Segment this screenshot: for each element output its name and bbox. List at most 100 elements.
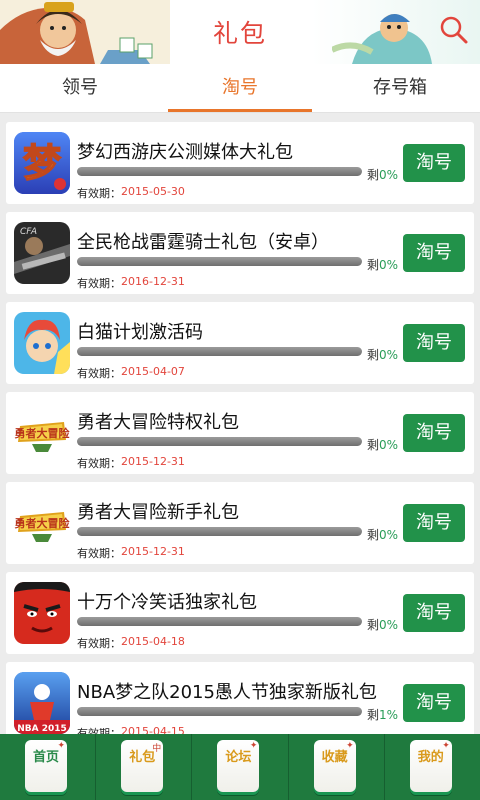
gift-title: 勇者大冒险特权礼包 — [77, 412, 239, 433]
expire-label: 有效期： — [77, 547, 121, 560]
yongzhe-damaoxian-icon: 勇者大冒险 — [14, 492, 70, 554]
remain-percent: 剩0% — [367, 346, 398, 363]
gift-title: 白猫计划激活码 — [77, 322, 203, 343]
remain-label: 剩 — [367, 618, 380, 632]
quanmin-qiangzhan-icon: CFA — [14, 222, 70, 284]
remaining-progress-bar — [77, 257, 362, 266]
home-tile-icon: ✦ 首页 — [25, 740, 67, 792]
remain-label: 剩 — [367, 708, 380, 722]
remain-percent: 剩0% — [367, 436, 398, 453]
remaining-progress-bar — [77, 527, 362, 536]
tab-bar: 领号 淘号 存号箱 — [0, 64, 480, 113]
gift-list-item[interactable]: NBA 2015 NBA梦之队2015愚人节独家新版礼包 有效期： 2015-0… — [6, 662, 474, 734]
nba-mengzhidui-icon: NBA 2015 — [14, 672, 70, 734]
mine-tile-icon: ✦ 我的 — [409, 740, 452, 792]
nav-mine[interactable]: ✦ 我的 — [385, 734, 480, 800]
gift-list-item[interactable]: 勇者大冒险 勇者大冒险特权礼包 有效期： 2015-12-31 剩0% 淘号 — [6, 392, 474, 474]
remain-value: 0% — [379, 258, 399, 272]
tab-cunhaoxiang[interactable]: 存号箱 — [320, 64, 480, 112]
expire-label: 有效期： — [77, 727, 121, 734]
svg-text:NBA 2015: NBA 2015 — [17, 724, 67, 734]
remain-label: 剩 — [367, 168, 380, 182]
remaining-progress-bar — [77, 167, 362, 176]
expire-date: 2015-04-18 — [121, 635, 185, 648]
expire-label: 有效期： — [77, 637, 121, 650]
expire-label: 有效期： — [77, 277, 121, 290]
remain-label: 剩 — [367, 438, 380, 452]
svg-text:CFA: CFA — [20, 227, 37, 237]
remain-value: 0% — [379, 528, 399, 542]
taohao-button[interactable]: 淘号 — [403, 234, 465, 272]
shiwange-lengxiaohua-icon — [14, 582, 70, 644]
nav-favorites[interactable]: ✦ 收藏 — [289, 734, 385, 800]
app-header: 礼包 — [0, 0, 480, 64]
remain-percent: 剩0% — [367, 616, 398, 633]
yongzhe-damaoxian-icon: 勇者大冒险 — [14, 402, 70, 464]
nav-forum[interactable]: ✦ 论坛 — [192, 734, 289, 800]
gift-list: 梦 梦幻西游庆公测媒体大礼包 有效期： 2015-05-30 剩0% 淘号 CF… — [0, 112, 480, 734]
svg-text:勇者大冒险: 勇者大冒险 — [15, 516, 71, 530]
gift-list-item[interactable]: 勇者大冒险 勇者大冒险新手礼包 有效期： 2015-12-31 剩0% 淘号 — [6, 482, 474, 564]
nav-label: 礼包 — [129, 750, 156, 765]
remain-value: 0% — [379, 438, 399, 452]
taohao-button[interactable]: 淘号 — [403, 144, 465, 182]
remain-label: 剩 — [367, 348, 380, 362]
taohao-button[interactable]: 淘号 — [403, 414, 465, 452]
nav-label: 论坛 — [225, 750, 252, 765]
taohao-button[interactable]: 淘号 — [403, 324, 465, 362]
gift-title: NBA梦之队2015愚人节独家新版礼包 — [77, 682, 377, 703]
gift-tile-icon: 中 礼包 — [121, 740, 164, 792]
menghuan-xiyou-icon: 梦 — [14, 132, 70, 194]
gift-title: 全民枪战雷霆骑士礼包（安卓） — [77, 232, 329, 253]
expire-date: 2015-04-15 — [121, 725, 185, 734]
taohao-button[interactable]: 淘号 — [403, 504, 465, 542]
expire-date: 2015-04-07 — [121, 365, 185, 378]
remaining-progress-bar — [77, 707, 362, 716]
nav-label: 我的 — [417, 750, 444, 765]
nav-gift[interactable]: 中 礼包 — [96, 734, 193, 800]
expire-date: 2015-12-31 — [121, 545, 185, 558]
remaining-progress-bar — [77, 437, 362, 446]
nav-label: 首页 — [32, 750, 59, 765]
remain-percent: 剩0% — [367, 166, 398, 183]
gift-title: 十万个冷笑话独家礼包 — [77, 592, 257, 613]
svg-text:梦: 梦 — [23, 141, 61, 185]
gift-list-item[interactable]: 白猫计划激活码 有效期： 2015-04-07 剩0% 淘号 — [6, 302, 474, 384]
search-icon — [440, 16, 468, 44]
remain-value: 0% — [379, 168, 399, 182]
remaining-progress-bar — [77, 347, 362, 356]
expire-date: 2016-12-31 — [121, 275, 185, 288]
nav-label: 收藏 — [321, 750, 348, 765]
remain-percent: 剩0% — [367, 526, 398, 543]
favorites-tile-icon: ✦ 收藏 — [313, 740, 356, 792]
remain-value: 0% — [379, 618, 399, 632]
gift-list-item[interactable]: CFA 全民枪战雷霆骑士礼包（安卓） 有效期： 2016-12-31 剩0% 淘… — [6, 212, 474, 294]
gift-title: 梦幻西游庆公测媒体大礼包 — [77, 142, 293, 163]
search-button[interactable] — [438, 14, 470, 46]
tab-linghao[interactable]: 领号 — [0, 64, 160, 112]
remain-value: 0% — [379, 348, 399, 362]
expire-label: 有效期： — [77, 457, 121, 470]
remain-label: 剩 — [367, 258, 380, 272]
bottom-nav: ✦ 首页 中 礼包 ✦ 论坛 ✦ 收藏 ✦ 我的 — [0, 734, 480, 800]
baimao-jihua-icon — [14, 312, 70, 374]
nav-home[interactable]: ✦ 首页 — [0, 734, 97, 800]
tab-taohao[interactable]: 淘号 — [160, 64, 320, 112]
gift-title: 勇者大冒险新手礼包 — [77, 502, 239, 523]
forum-tile-icon: ✦ 论坛 — [217, 740, 260, 792]
remain-label: 剩 — [367, 528, 380, 542]
gift-list-item[interactable]: 梦 梦幻西游庆公测媒体大礼包 有效期： 2015-05-30 剩0% 淘号 — [6, 122, 474, 204]
gift-list-item[interactable]: 十万个冷笑话独家礼包 有效期： 2015-04-18 剩0% 淘号 — [6, 572, 474, 654]
remain-percent: 剩1% — [367, 706, 398, 723]
expire-label: 有效期： — [77, 187, 121, 200]
expire-date: 2015-12-31 — [121, 455, 185, 468]
page-title: 礼包 — [212, 19, 267, 48]
remaining-progress-bar — [77, 617, 362, 626]
taohao-button[interactable]: 淘号 — [403, 684, 465, 722]
taohao-button[interactable]: 淘号 — [403, 594, 465, 632]
svg-text:勇者大冒险: 勇者大冒险 — [15, 426, 71, 440]
expire-date: 2015-05-30 — [121, 185, 185, 198]
expire-label: 有效期： — [77, 367, 121, 380]
remain-value: 1% — [379, 708, 399, 722]
remain-percent: 剩0% — [367, 256, 398, 273]
